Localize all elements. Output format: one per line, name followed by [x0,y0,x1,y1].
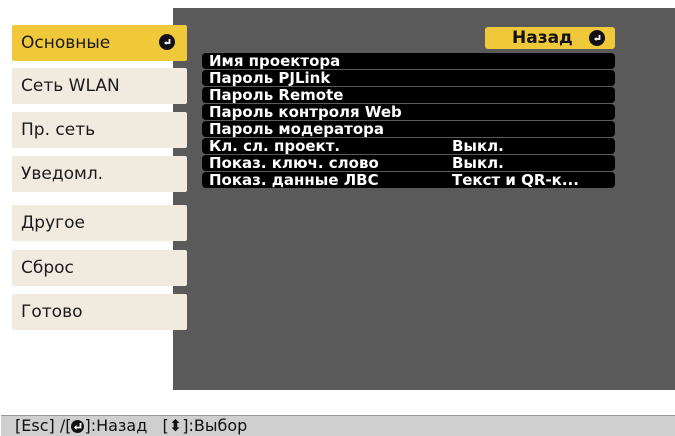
setting-row-pjlink-password[interactable]: Пароль PJLink [202,70,615,86]
sidebar-item-label: Сброс [21,258,74,278]
back-button-label: Назад [512,28,573,48]
sidebar-item-done[interactable]: Готово [12,294,187,330]
help-select-open: [ [147,416,169,435]
setting-label: Пароль контроля Web [209,103,402,121]
sidebar-item-label: Основные [21,33,111,53]
setting-label: Пароль модератора [209,120,384,138]
setting-value: Текст и QR-к... [452,171,579,189]
setting-label: Пароль PJLink [209,69,331,87]
enter-icon [71,420,85,433]
sidebar-item-label: Другое [21,213,85,233]
sidebar-item-notifications[interactable]: Уведомл. [12,156,187,192]
sidebar-item-label: Уведомл. [21,164,104,184]
sidebar-item-wired-network[interactable]: Пр. сеть [12,112,187,148]
setting-row-display-keyword[interactable]: Показ. ключ. слово Выкл. [202,155,615,171]
setting-row-moderator-password[interactable]: Пароль модератора [202,121,615,137]
setting-label: Показ. данные ЛВС [209,171,379,189]
sidebar-item-label: Сеть WLAN [21,76,120,96]
help-esc-text: [Esc] /[ [15,416,72,435]
sidebar-item-other[interactable]: Другое [12,205,187,241]
setting-value: Выкл. [452,154,504,172]
setting-value: Выкл. [452,137,504,155]
setting-label: Кл. сл. проект. [209,137,341,155]
setting-row-display-lan-info[interactable]: Показ. данные ЛВС Текст и QR-к... [202,172,615,188]
sidebar-item-wlan[interactable]: Сеть WLAN [12,68,187,104]
help-back-text: ]:Назад [84,416,148,435]
enter-icon [159,34,175,50]
help-select-text: ]:Выбор [182,416,248,435]
back-button[interactable]: Назад [485,27,615,49]
setting-label: Показ. ключ. слово [209,154,379,172]
sidebar-item-basic[interactable]: Основные [12,25,187,61]
setting-label: Имя проектора [209,52,341,70]
enter-icon [589,30,605,46]
setting-row-projector-name[interactable]: Имя проектора [202,53,615,69]
setting-row-remote-password[interactable]: Пароль Remote [202,87,615,103]
up-down-arrows-icon: ⬍ [168,416,183,435]
sidebar-item-label: Готово [21,302,83,322]
sidebar-item-label: Пр. сеть [21,120,96,140]
sidebar-item-reset[interactable]: Сброс [12,250,187,286]
setting-row-projector-keyword[interactable]: Кл. сл. проект. Выкл. [202,138,615,154]
help-bar: [Esc] /[ ]:Назад [⬍]:Выбор [1,415,675,436]
setting-label: Пароль Remote [209,86,344,104]
setting-row-web-control-password[interactable]: Пароль контроля Web [202,104,615,120]
